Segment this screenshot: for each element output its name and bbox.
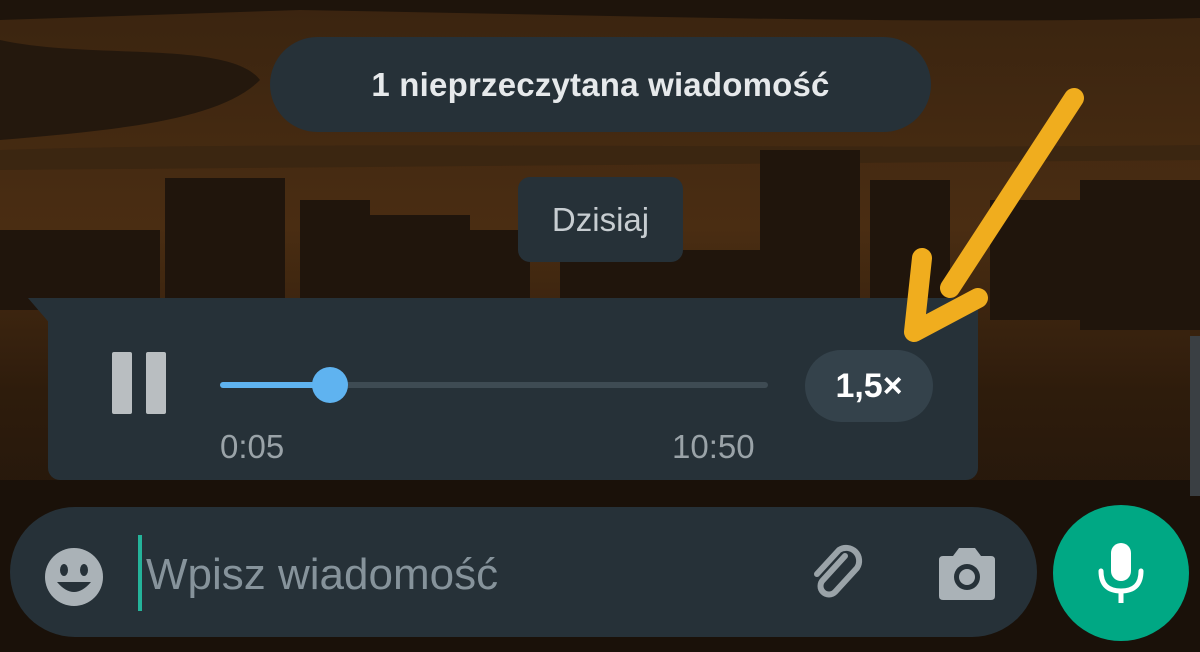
emoji-icon[interactable] — [43, 546, 105, 608]
message-input[interactable] — [146, 540, 766, 610]
scroll-indicator — [1190, 336, 1200, 496]
playback-speed-button[interactable]: 1,5× — [805, 350, 933, 422]
microphone-icon — [1098, 543, 1144, 603]
camera-icon[interactable] — [935, 544, 999, 604]
total-duration: 10:50 — [672, 428, 755, 465]
date-separator: Dzisiaj — [518, 177, 683, 262]
pause-button[interactable] — [110, 352, 170, 416]
chat-screen: 1 nieprzeczytana wiadomość Dzisiaj 0:05 … — [0, 0, 1200, 652]
elapsed-time: 0:05 — [220, 428, 285, 465]
voice-record-button[interactable] — [1053, 505, 1189, 641]
text-cursor — [138, 535, 142, 611]
seekbar-thumb[interactable] — [311, 367, 348, 403]
paperclip-icon[interactable] — [805, 542, 869, 606]
audio-seekbar[interactable] — [220, 364, 768, 404]
unread-messages-banner: 1 nieprzeczytana wiadomość — [270, 37, 931, 132]
